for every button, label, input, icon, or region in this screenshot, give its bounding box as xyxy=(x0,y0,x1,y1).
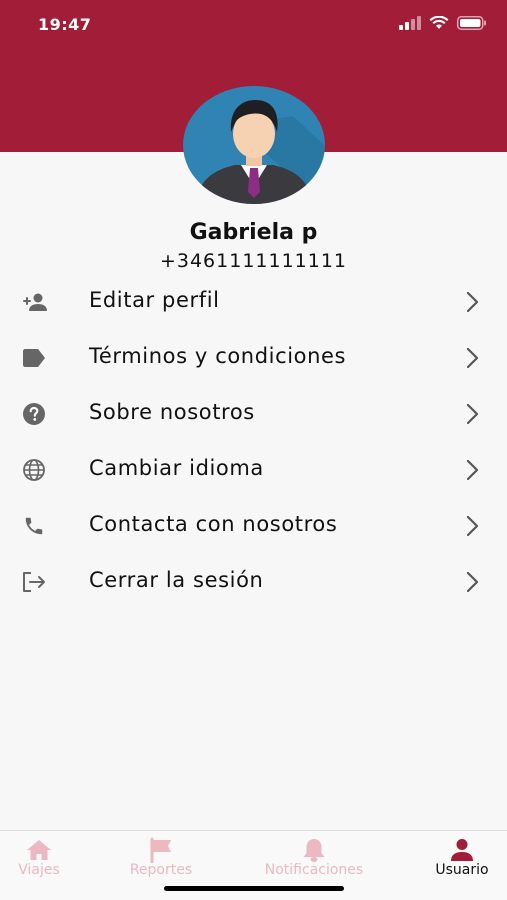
user-icon xyxy=(451,839,473,861)
help-circle-icon xyxy=(20,402,48,426)
tab-viajes[interactable]: Viajes xyxy=(0,831,78,900)
menu-item-label: Contacta con nosotros xyxy=(89,512,338,536)
wifi-icon xyxy=(429,16,449,29)
signal-icon xyxy=(399,16,421,30)
chevron-right-icon xyxy=(466,291,479,313)
avatar[interactable] xyxy=(183,86,325,204)
status-time: 19:47 xyxy=(38,15,92,34)
menu-item-cambiar-idioma[interactable]: Cambiar idioma xyxy=(0,442,507,498)
chevron-right-icon xyxy=(466,403,479,425)
menu-item-label: Sobre nosotros xyxy=(89,400,255,424)
globe-icon xyxy=(20,458,48,482)
chevron-right-icon xyxy=(466,515,479,537)
menu-item-sobre-nosotros[interactable]: Sobre nosotros xyxy=(0,386,507,442)
menu-item-contacta[interactable]: Contacta con nosotros xyxy=(0,498,507,554)
tab-label: Viajes xyxy=(18,862,60,878)
user-phone: +3461111111111 xyxy=(159,250,348,272)
menu-item-label: Términos y condiciones xyxy=(89,344,347,368)
label-tag-icon xyxy=(20,346,48,370)
tab-label: Usuario xyxy=(435,862,489,878)
tab-usuario[interactable]: Usuario xyxy=(424,831,500,900)
phone-icon xyxy=(20,514,48,538)
chevron-right-icon xyxy=(466,459,479,481)
tab-label: Notificaciones xyxy=(264,862,364,878)
battery-icon xyxy=(457,16,486,30)
menu-item-terminos[interactable]: Términos y condiciones xyxy=(0,330,507,386)
menu-item-label: Cerrar la sesión xyxy=(89,568,264,592)
status-bar: 19:47 xyxy=(0,0,507,50)
chevron-right-icon xyxy=(466,571,479,593)
flag-icon xyxy=(150,837,171,863)
tab-label: Reportes xyxy=(129,862,193,878)
bell-icon xyxy=(303,839,325,862)
menu-item-label: Editar perfil xyxy=(89,288,220,312)
home-indicator[interactable] xyxy=(164,886,344,891)
logout-icon xyxy=(20,570,48,594)
menu-item-editar-perfil[interactable]: Editar perfil xyxy=(0,274,507,330)
add-user-icon xyxy=(20,290,48,314)
chevron-right-icon xyxy=(466,347,479,369)
home-icon xyxy=(27,840,51,860)
status-icons xyxy=(399,16,487,30)
user-name: Gabriela p xyxy=(189,220,318,245)
menu-item-label: Cambiar idioma xyxy=(89,456,264,480)
profile-menu: Editar perfil Términos y condiciones Sob… xyxy=(0,274,507,610)
menu-item-cerrar-sesion[interactable]: Cerrar la sesión xyxy=(0,554,507,610)
